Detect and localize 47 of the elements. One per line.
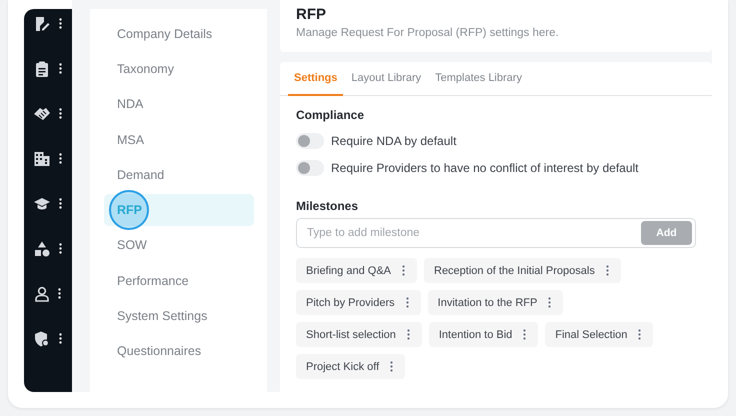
- milestone-chip[interactable]: Reception of the Initial Proposals: [424, 258, 621, 283]
- milestone-chip[interactable]: Short-list selection: [296, 322, 422, 347]
- shapes-icon[interactable]: [34, 240, 50, 256]
- handshake-icon[interactable]: [34, 106, 50, 122]
- tab[interactable]: Templates Library: [429, 62, 528, 96]
- nav-item[interactable]: NDA: [104, 88, 254, 120]
- nav-item[interactable]: MSA: [104, 124, 254, 156]
- toggle-label: Require NDA by default: [331, 134, 456, 148]
- more-icon[interactable]: [59, 243, 62, 254]
- more-icon[interactable]: [59, 198, 62, 209]
- page-title: RFP: [296, 5, 327, 25]
- more-icon[interactable]: [59, 333, 62, 344]
- milestone-chip[interactable]: Final Selection: [545, 322, 654, 347]
- milestone-chip[interactable]: Intention to Bid: [428, 322, 538, 347]
- nav-item[interactable]: Demand: [104, 158, 254, 191]
- more-icon[interactable]: [58, 288, 61, 299]
- nav-item[interactable]: Questionnaires: [104, 335, 254, 368]
- shield-icon[interactable]: [34, 330, 50, 346]
- add-button[interactable]: Add: [641, 221, 692, 245]
- toggle-label: Require Providers to have no conflict of interest by default: [331, 160, 638, 174]
- more-icon[interactable]: [59, 18, 62, 29]
- nav-item[interactable]: Taxonomy: [104, 52, 254, 85]
- toggle-switch[interactable]: [296, 132, 324, 148]
- nav-item[interactable]: System Settings: [104, 300, 254, 332]
- toggle-switch[interactable]: [296, 160, 324, 176]
- tab[interactable]: Settings: [288, 62, 344, 96]
- nav-item[interactable]: SOW: [104, 229, 254, 262]
- tab[interactable]: Layout Library: [345, 62, 428, 96]
- clipboard-icon[interactable]: [34, 60, 50, 76]
- more-icon[interactable]: [59, 153, 62, 164]
- graduation-cap-icon[interactable]: [34, 196, 50, 210]
- section-title: Compliance: [296, 108, 366, 122]
- more-icon[interactable]: [59, 63, 62, 74]
- more-icon[interactable]: [59, 108, 62, 119]
- person-icon[interactable]: [35, 286, 49, 302]
- milestone-chip[interactable]: Invitation to the RFP: [428, 290, 564, 315]
- section-title: Milestones: [296, 199, 360, 213]
- nav-item[interactable]: Performance: [104, 264, 254, 297]
- milestone-input[interactable]: Type to add milestone Add: [296, 218, 696, 248]
- building-icon[interactable]: [34, 150, 50, 166]
- milestone-chip[interactable]: Briefing and Q&A: [296, 258, 417, 283]
- milestone-chip[interactable]: Project Kick off: [296, 354, 406, 379]
- edit-icon[interactable]: [34, 16, 50, 32]
- milestone-chip[interactable]: Pitch by Providers: [296, 290, 421, 315]
- touch-indicator: [109, 190, 149, 230]
- nav-item[interactable]: Company Details: [104, 18, 254, 50]
- page-subtitle: Manage Request For Proposal (RFP) settings here.: [296, 27, 560, 39]
